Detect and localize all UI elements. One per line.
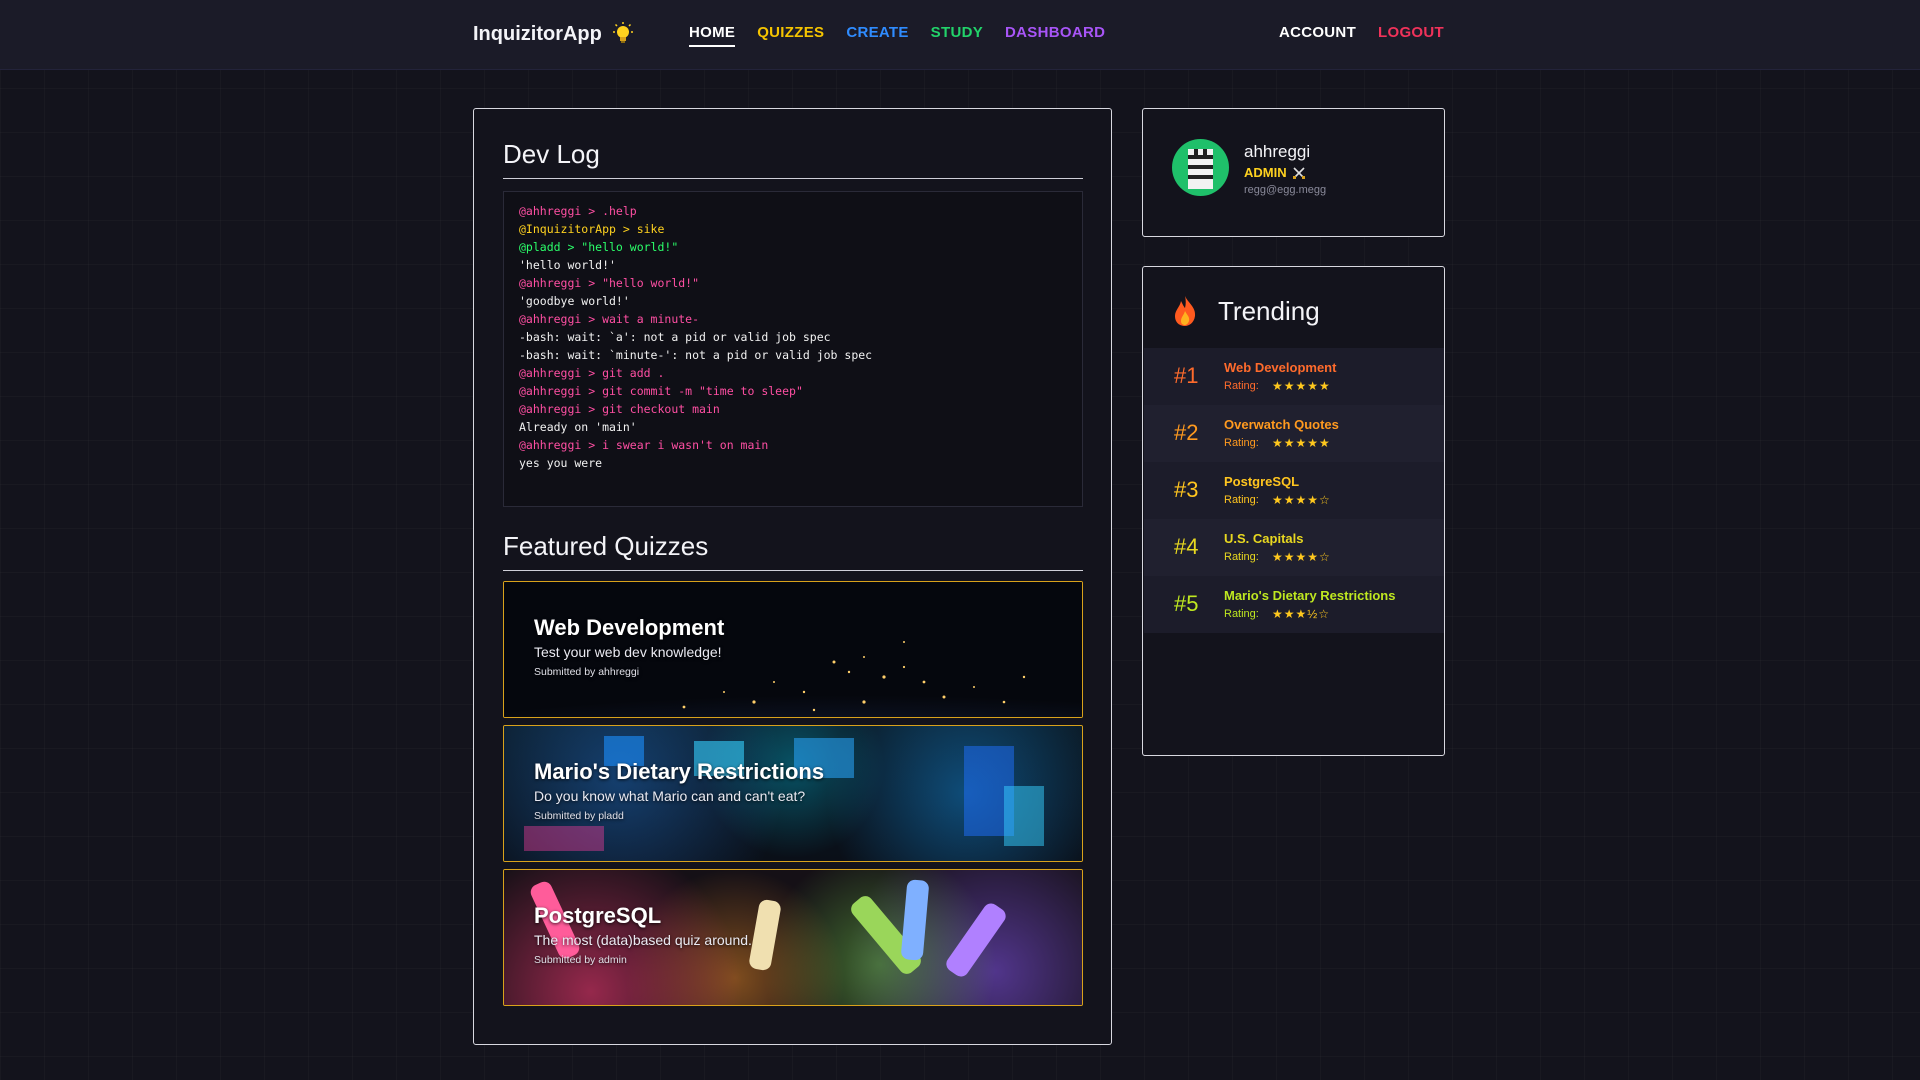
terminal-line: Already on 'main' xyxy=(519,420,637,434)
trending-item[interactable]: #3 PostgreSQL Rating: ★★★★☆ xyxy=(1144,462,1444,519)
trending-quiz-name[interactable]: U.S. Capitals xyxy=(1224,531,1303,546)
fire-icon xyxy=(1175,296,1196,326)
star-rating: ★★★★☆ xyxy=(1272,550,1331,564)
devlog-title: Dev Log xyxy=(503,139,1083,179)
trending-item[interactable]: #2 Overwatch Quotes Rating: ★★★★★ xyxy=(1144,405,1444,462)
quiz-submitted-by: Submitted by ahhreggi xyxy=(534,666,640,678)
trending-item[interactable]: #1 Web Development Rating: ★★★★★ xyxy=(1144,348,1444,405)
quiz-description: The most (data)based quiz around. xyxy=(534,932,752,948)
top-navbar: InquizitorApp HOME QUIZZES CREATE STUDY … xyxy=(0,0,1920,70)
terminal-line: 'hello world!' xyxy=(519,258,616,272)
trending-rank: #4 xyxy=(1174,534,1199,559)
crossed-swords-icon xyxy=(1292,166,1305,179)
star-rating: ★★★★☆ xyxy=(1272,493,1331,507)
terminal-line: @ahhreggi > git commit -m "time to sleep… xyxy=(519,384,803,398)
profile-username: ahhreggi xyxy=(1244,142,1311,161)
nav-create[interactable]: CREATE xyxy=(846,24,908,47)
trending-rank: #1 xyxy=(1174,363,1199,388)
terminal-line: -bash: wait: `a': not a pid or valid job… xyxy=(519,330,831,344)
brand-name: InquizitorApp xyxy=(473,22,602,45)
trending-item[interactable]: #5 Mario's Dietary Restrictions Rating: … xyxy=(1144,576,1444,633)
trending-rank: #5 xyxy=(1174,591,1199,616)
trending-title: Trending xyxy=(1218,295,1320,326)
trending-panel: Trending #1 Web Development Rating: ★★★★… xyxy=(1142,266,1445,756)
terminal-line: @ahhreggi > git checkout main xyxy=(519,402,720,416)
quiz-title: PostgreSQL xyxy=(534,903,662,928)
featured-quizzes-title: Featured Quizzes xyxy=(503,531,1083,571)
quiz-submitted-by: Submitted by admin xyxy=(534,954,627,966)
nav-study[interactable]: STUDY xyxy=(931,24,983,47)
role-label: ADMIN xyxy=(1244,165,1287,180)
terminal-line: @ahhreggi > "hello world!" xyxy=(519,276,700,290)
terminal-line: 'goodbye world!' xyxy=(519,294,630,308)
rating-label: Rating: xyxy=(1224,437,1259,449)
trending-rank: #2 xyxy=(1174,420,1199,445)
featured-quiz-card-marios-dietary-restrictions[interactable]: Mario's Dietary Restrictions Do you know… xyxy=(503,725,1083,862)
terminal-line: @pladd > "hello world!" xyxy=(519,240,679,254)
trending-quiz-name[interactable]: PostgreSQL xyxy=(1224,474,1299,489)
nav-dashboard[interactable]: DASHBOARD xyxy=(1005,24,1105,47)
terminal-line: @InquizitorApp > sike xyxy=(519,222,665,236)
profile-card: ahhreggi ADMIN regg@egg.megg xyxy=(1142,108,1445,237)
featured-quiz-card-postgresql[interactable]: PostgreSQL The most (data)based quiz aro… xyxy=(503,869,1083,1006)
quiz-title: Web Development xyxy=(534,615,725,640)
nav-account[interactable]: ACCOUNT xyxy=(1279,24,1356,45)
lightbulb-icon xyxy=(612,22,633,43)
main-panel: Dev Log @ahhreggi > .help @InquizitorApp… xyxy=(473,108,1112,1045)
profile-email: regg@egg.megg xyxy=(1244,184,1327,196)
profile-role: ADMIN xyxy=(1244,165,1306,180)
trending-item[interactable]: #4 U.S. Capitals Rating: ★★★★☆ xyxy=(1144,519,1444,576)
trending-rank: #3 xyxy=(1174,477,1199,502)
terminal-line: @ahhreggi > wait a minute- xyxy=(519,312,700,326)
nav-home[interactable]: HOME xyxy=(689,24,736,47)
devlog-terminal: @ahhreggi > .help @InquizitorApp > sike … xyxy=(503,191,1083,507)
rating-label: Rating: xyxy=(1224,380,1259,392)
nav-logout[interactable]: LOGOUT xyxy=(1378,24,1444,45)
terminal-line: @ahhreggi > git add . xyxy=(519,366,665,380)
terminal-line: @ahhreggi > .help xyxy=(519,204,637,218)
rating-label: Rating: xyxy=(1224,551,1259,563)
terminal-line: yes you were xyxy=(519,456,603,470)
terminal-line: -bash: wait: `minute-': not a pid or val… xyxy=(519,348,873,362)
quiz-title: Mario's Dietary Restrictions xyxy=(534,759,825,784)
trending-quiz-name[interactable]: Mario's Dietary Restrictions xyxy=(1224,588,1395,603)
featured-quiz-card-web-development[interactable]: Web Development Test your web dev knowle… xyxy=(503,581,1083,718)
quiz-submitted-by: Submitted by pladd xyxy=(534,810,624,822)
nav-quizzes[interactable]: QUIZZES xyxy=(757,24,824,47)
star-rating: ★★★★★ xyxy=(1272,436,1331,450)
trending-quiz-name[interactable]: Overwatch Quotes xyxy=(1224,417,1339,432)
trending-quiz-name[interactable]: Web Development xyxy=(1224,360,1336,375)
terminal-line: @ahhreggi > i swear i wasn't on main xyxy=(519,438,769,452)
quiz-description: Do you know what Mario can and can't eat… xyxy=(534,788,806,804)
star-rating: ★★★★★ xyxy=(1272,379,1331,393)
quiz-description: Test your web dev knowledge! xyxy=(534,644,722,660)
rating-label: Rating: xyxy=(1224,494,1259,506)
zebra-avatar-icon[interactable] xyxy=(1172,139,1229,196)
rating-label: Rating: xyxy=(1224,608,1259,620)
star-rating: ★★★½☆ xyxy=(1272,607,1331,621)
brand-logo[interactable]: InquizitorApp xyxy=(473,21,636,47)
